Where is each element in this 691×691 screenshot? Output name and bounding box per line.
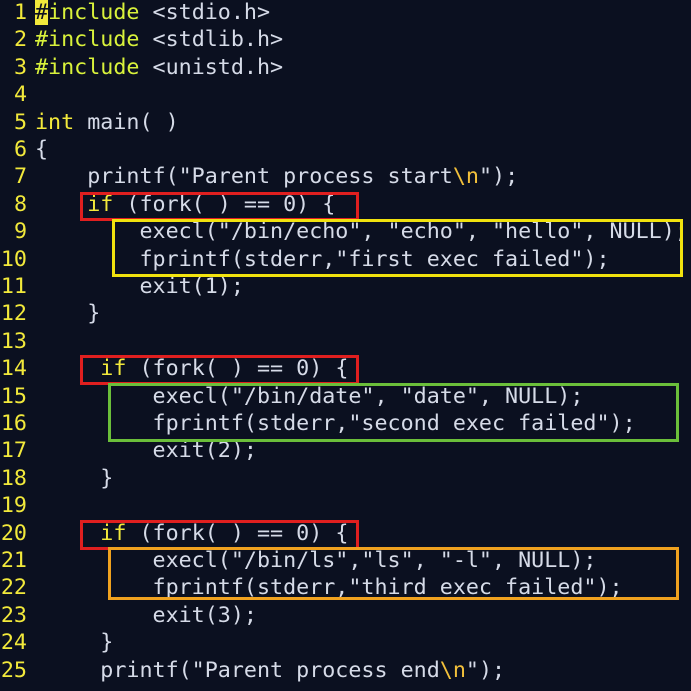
highlight-box-fork-1	[80, 192, 359, 221]
line-number: 13	[0, 328, 27, 354]
line-number: 3	[13, 54, 27, 80]
code-token: ");	[465, 657, 506, 683]
code-line[interactable]: 25 printf("Parent process end\n");	[0, 657, 691, 684]
line-number: 21	[0, 548, 27, 573]
line-number: 17	[0, 438, 27, 464]
code-line[interactable]: 12 }	[0, 300, 691, 327]
highlight-box-exec-3	[108, 547, 679, 600]
code-line[interactable]: 7 printf("Parent process start\n");	[0, 163, 691, 190]
line-number: 24	[0, 630, 27, 656]
line-number: 1	[13, 0, 27, 25]
code-token: }	[35, 630, 114, 656]
code-text: {	[35, 136, 48, 163]
code-token: #include	[35, 54, 140, 80]
code-line[interactable]: 18 }	[0, 465, 691, 492]
code-line[interactable]: 4	[0, 81, 691, 108]
line-number: 19	[0, 493, 27, 519]
code-text: exit(1);	[35, 273, 244, 300]
line-number: 22	[0, 575, 27, 601]
line-number: 9	[13, 219, 27, 245]
code-line[interactable]: 19	[0, 492, 691, 519]
code-token: \n	[439, 657, 466, 683]
code-text: printf("Parent process end\n");	[35, 657, 505, 684]
code-token: exit(1);	[35, 274, 244, 299]
line-number: 16	[0, 411, 27, 436]
code-text: int main( )	[35, 109, 179, 136]
code-line[interactable]: 24 }	[0, 629, 691, 656]
code-token: }	[35, 301, 101, 327]
code-text: #include <unistd.h>	[35, 54, 283, 81]
code-token: \n	[452, 164, 479, 190]
line-number: 14	[0, 356, 27, 382]
code-text: }	[35, 300, 100, 327]
line-number: 12	[0, 301, 27, 327]
code-line[interactable]: 6{	[0, 136, 691, 163]
code-token: include	[48, 0, 140, 25]
line-number: 25	[0, 657, 27, 683]
code-token: <unistd.h>	[139, 54, 284, 80]
code-line[interactable]: 23 exit(3);	[0, 602, 691, 629]
line-number: 7	[13, 164, 27, 190]
code-token: <stdlib.h>	[139, 27, 284, 53]
code-line[interactable]: 5 int main( )	[0, 109, 691, 136]
code-token: printf("Parent process start	[35, 164, 453, 190]
code-line[interactable]: 3 #include <unistd.h>	[0, 54, 691, 81]
code-line[interactable]: 1 #include <stdio.h>	[0, 0, 691, 26]
code-token: #include	[35, 27, 140, 53]
code-text: }	[35, 629, 113, 656]
code-text: #include <stdio.h>	[35, 0, 270, 26]
code-token: int	[35, 109, 75, 135]
text-cursor: #	[35, 0, 49, 25]
code-token: {	[35, 137, 49, 162]
code-text: #include <stdlib.h>	[35, 26, 283, 53]
code-token: <stdio.h>	[139, 0, 271, 25]
code-token: ");	[478, 164, 519, 190]
line-number: 5	[13, 109, 27, 135]
highlight-box-exec-2	[108, 383, 679, 442]
code-editor[interactable]: 25 printf("Parent process end\n"); 24 } 23…	[0, 0, 691, 691]
line-number: 2	[13, 27, 27, 53]
highlight-box-fork-3	[80, 520, 359, 550]
line-number: 6	[13, 137, 27, 162]
code-text: printf("Parent process start\n");	[35, 163, 518, 190]
code-token: }	[35, 465, 114, 491]
code-token: printf("Parent process end	[35, 657, 440, 683]
line-number: 4	[13, 82, 27, 108]
line-number: 11	[0, 274, 27, 299]
code-token: exit(3);	[35, 602, 257, 628]
code-text: exit(3);	[35, 602, 257, 629]
code-line[interactable]: 2 #include <stdlib.h>	[0, 26, 691, 53]
code-line[interactable]: 13	[0, 328, 691, 355]
line-number: 23	[0, 602, 27, 628]
code-line[interactable]: 11 exit(1);	[0, 273, 691, 300]
line-number: 8	[13, 191, 27, 217]
code-token: exit(2);	[35, 438, 257, 464]
code-text: }	[35, 465, 113, 492]
highlight-box-exec-1	[112, 219, 683, 277]
highlight-box-fork-2	[80, 355, 359, 385]
line-number: 18	[0, 465, 27, 491]
line-number: 10	[0, 246, 27, 272]
line-number: 20	[0, 520, 27, 546]
code-token: main( )	[74, 109, 179, 135]
line-number: 15	[0, 383, 27, 409]
